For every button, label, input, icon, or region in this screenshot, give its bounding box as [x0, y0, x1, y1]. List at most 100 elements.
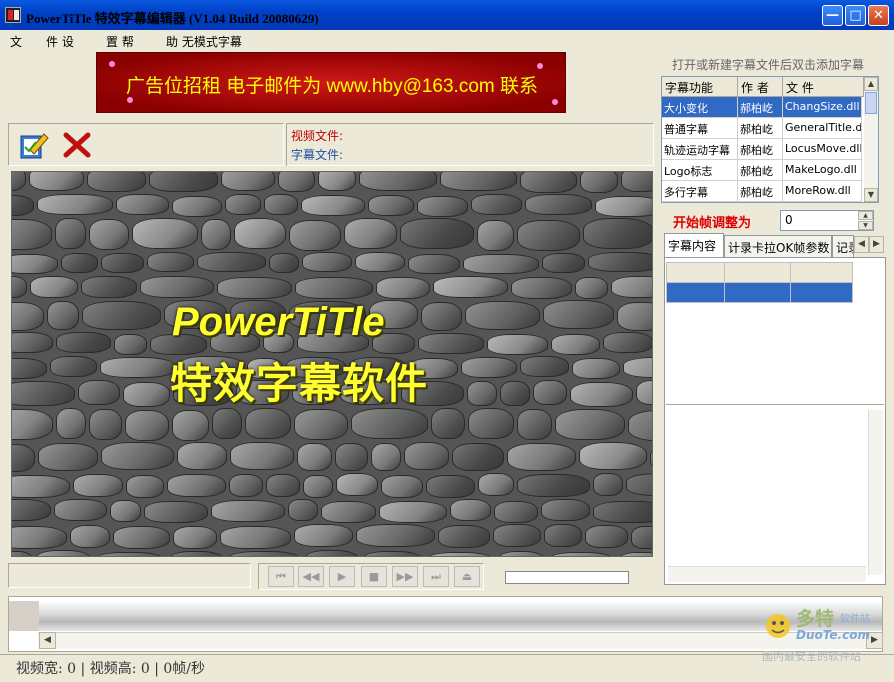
wall-stone — [230, 442, 294, 470]
table-row[interactable]: Logo标志 郝柏屹 MakeLogo.dll — [662, 160, 862, 181]
window-title: PowerTiTle 特效字幕编辑器 (V1.04 Build 20080629… — [26, 11, 319, 26]
wall-stone — [517, 220, 580, 251]
wall-stone — [225, 194, 261, 215]
cell-author: 郝柏屹 — [738, 97, 783, 118]
minimize-button[interactable]: — — [822, 5, 843, 26]
tab-subtitle-content[interactable]: 字幕内容 — [664, 233, 724, 257]
wall-stone — [266, 474, 300, 497]
banner-text: 广告位招租 电子邮件为 www.hby@163.com 联系 — [125, 76, 539, 97]
column-header-author[interactable]: 作 者 — [738, 77, 783, 97]
timeline-track[interactable] — [9, 601, 882, 631]
grid-cell[interactable] — [666, 282, 725, 303]
wall-stone — [362, 551, 423, 556]
subtitle-memo[interactable] — [666, 404, 884, 582]
app-icon[interactable] — [5, 7, 21, 23]
spin-up-button[interactable]: ▲ — [858, 211, 873, 220]
timeline-scrollbar[interactable] — [38, 632, 883, 649]
wall-stone — [12, 475, 70, 498]
edit-button[interactable] — [18, 130, 52, 160]
wall-stone — [517, 474, 590, 497]
last-frame-button[interactable]: ⏭ — [423, 566, 449, 587]
wall-stone — [570, 382, 633, 407]
wall-stone — [623, 357, 652, 378]
tab-karaoke-params[interactable]: 计录卡拉OK帧参数 — [724, 235, 832, 257]
wall-stone — [212, 408, 242, 439]
table-row[interactable]: 普通字幕 郝柏屹 GeneralTitle.dll — [662, 118, 862, 139]
subtitle-grid[interactable] — [666, 262, 853, 304]
memo-scrollbar[interactable] — [868, 410, 883, 575]
first-frame-button[interactable]: ⏮ — [268, 566, 294, 587]
tab-record[interactable]: 记录 — [832, 235, 854, 257]
wall-stone — [177, 442, 227, 470]
wall-stone — [595, 196, 652, 217]
wall-stone — [618, 552, 652, 556]
wall-stone — [525, 194, 592, 215]
plugin-table-scrollbar[interactable]: ▲ ▼ — [864, 77, 878, 202]
wall-stone — [500, 381, 530, 406]
wall-stone — [221, 172, 275, 191]
spin-down-button[interactable]: ▼ — [858, 221, 873, 230]
table-row[interactable]: 多行字幕 郝柏屹 MoreRow.dll — [662, 181, 862, 202]
maximize-button[interactable]: □ — [845, 5, 866, 26]
wall-stone — [12, 444, 35, 472]
stop-button[interactable]: ■ — [361, 566, 387, 587]
scroll-thumb[interactable] — [865, 92, 877, 114]
table-row[interactable]: 大小变化 郝柏屹 ChangSize.dll — [662, 97, 862, 118]
watermark-brand: 多特 — [796, 608, 835, 630]
menu-help[interactable]: 置 帮 — [106, 33, 134, 50]
delete-button[interactable] — [62, 131, 92, 159]
wall-stone — [493, 524, 541, 547]
column-header-function[interactable]: 字幕功能 — [662, 77, 738, 97]
play-button[interactable]: ▶ — [329, 566, 355, 587]
rewind-button[interactable]: ◀◀ — [298, 566, 324, 587]
scroll-down-button[interactable]: ▼ — [864, 188, 878, 202]
cell-function: 大小变化 — [662, 97, 738, 118]
wall-stone — [544, 524, 582, 547]
watermark-slogan: 国内最安全的软件站 — [762, 650, 861, 663]
close-button[interactable]: ✕ — [868, 5, 889, 26]
timeline-start-block — [9, 601, 39, 631]
scroll-left-button[interactable]: ◀ — [39, 632, 56, 649]
column-header-file[interactable]: 文 件 — [783, 77, 864, 97]
wall-stone — [478, 473, 514, 496]
table-row[interactable]: 轨迹运动字幕 郝柏屹 LocusMove.dll — [662, 139, 862, 160]
wall-stone — [321, 501, 376, 523]
ad-banner[interactable]: 广告位招租 电子邮件为 www.hby@163.com 联系 — [96, 52, 566, 113]
menu-bar — [0, 30, 894, 50]
forward-button[interactable]: ▶▶ — [392, 566, 418, 587]
menu-modeless-subtitle[interactable]: 助 无模式字幕 — [166, 33, 242, 50]
menu-settings[interactable]: 件 设 — [46, 33, 74, 50]
wall-stone — [421, 302, 462, 331]
wall-stone — [269, 253, 299, 273]
video-info-status: 视频宽: 0 | 视频高: 0 | 0帧/秒 — [16, 661, 206, 677]
wall-stone — [301, 195, 365, 216]
wall-stone — [12, 409, 53, 440]
wall-stone — [100, 357, 176, 378]
cell-file: LocusMove.dll — [783, 139, 862, 160]
wall-stone — [533, 380, 567, 405]
wall-stone — [114, 334, 147, 355]
wall-stone — [12, 381, 75, 406]
plugin-table[interactable]: 字幕功能 作 者 文 件 大小变化 郝柏屹 ChangSize.dll 普通字幕… — [661, 76, 879, 203]
scroll-up-button[interactable]: ▲ — [864, 77, 878, 91]
wall-stone — [264, 194, 298, 215]
tab-scroll-right-button[interactable]: ▶ — [869, 236, 884, 253]
grid-cell[interactable] — [790, 282, 853, 303]
wall-stone — [431, 408, 465, 439]
wall-stone — [400, 218, 474, 249]
memo-horizontal-scrollbar[interactable] — [668, 566, 866, 582]
grid-cell[interactable] — [724, 282, 791, 303]
logo-subtitle: 特效字幕软件 — [170, 359, 429, 408]
wall-stone — [37, 194, 113, 215]
wall-stone — [351, 408, 428, 439]
start-frame-spinner[interactable]: ▲ ▼ — [858, 211, 873, 230]
eject-button[interactable]: ⏏ — [454, 566, 480, 587]
tab-scroll-left-button[interactable]: ◀ — [854, 236, 869, 253]
wall-stone — [12, 551, 33, 556]
subtitle-file-label: 字幕文件: — [291, 148, 344, 162]
playback-progress[interactable] — [505, 571, 629, 584]
wall-stone — [12, 195, 34, 216]
menu-file[interactable]: 文 — [10, 33, 22, 50]
wall-stone — [211, 500, 285, 522]
start-frame-label: 开始帧调整为 — [673, 216, 752, 231]
